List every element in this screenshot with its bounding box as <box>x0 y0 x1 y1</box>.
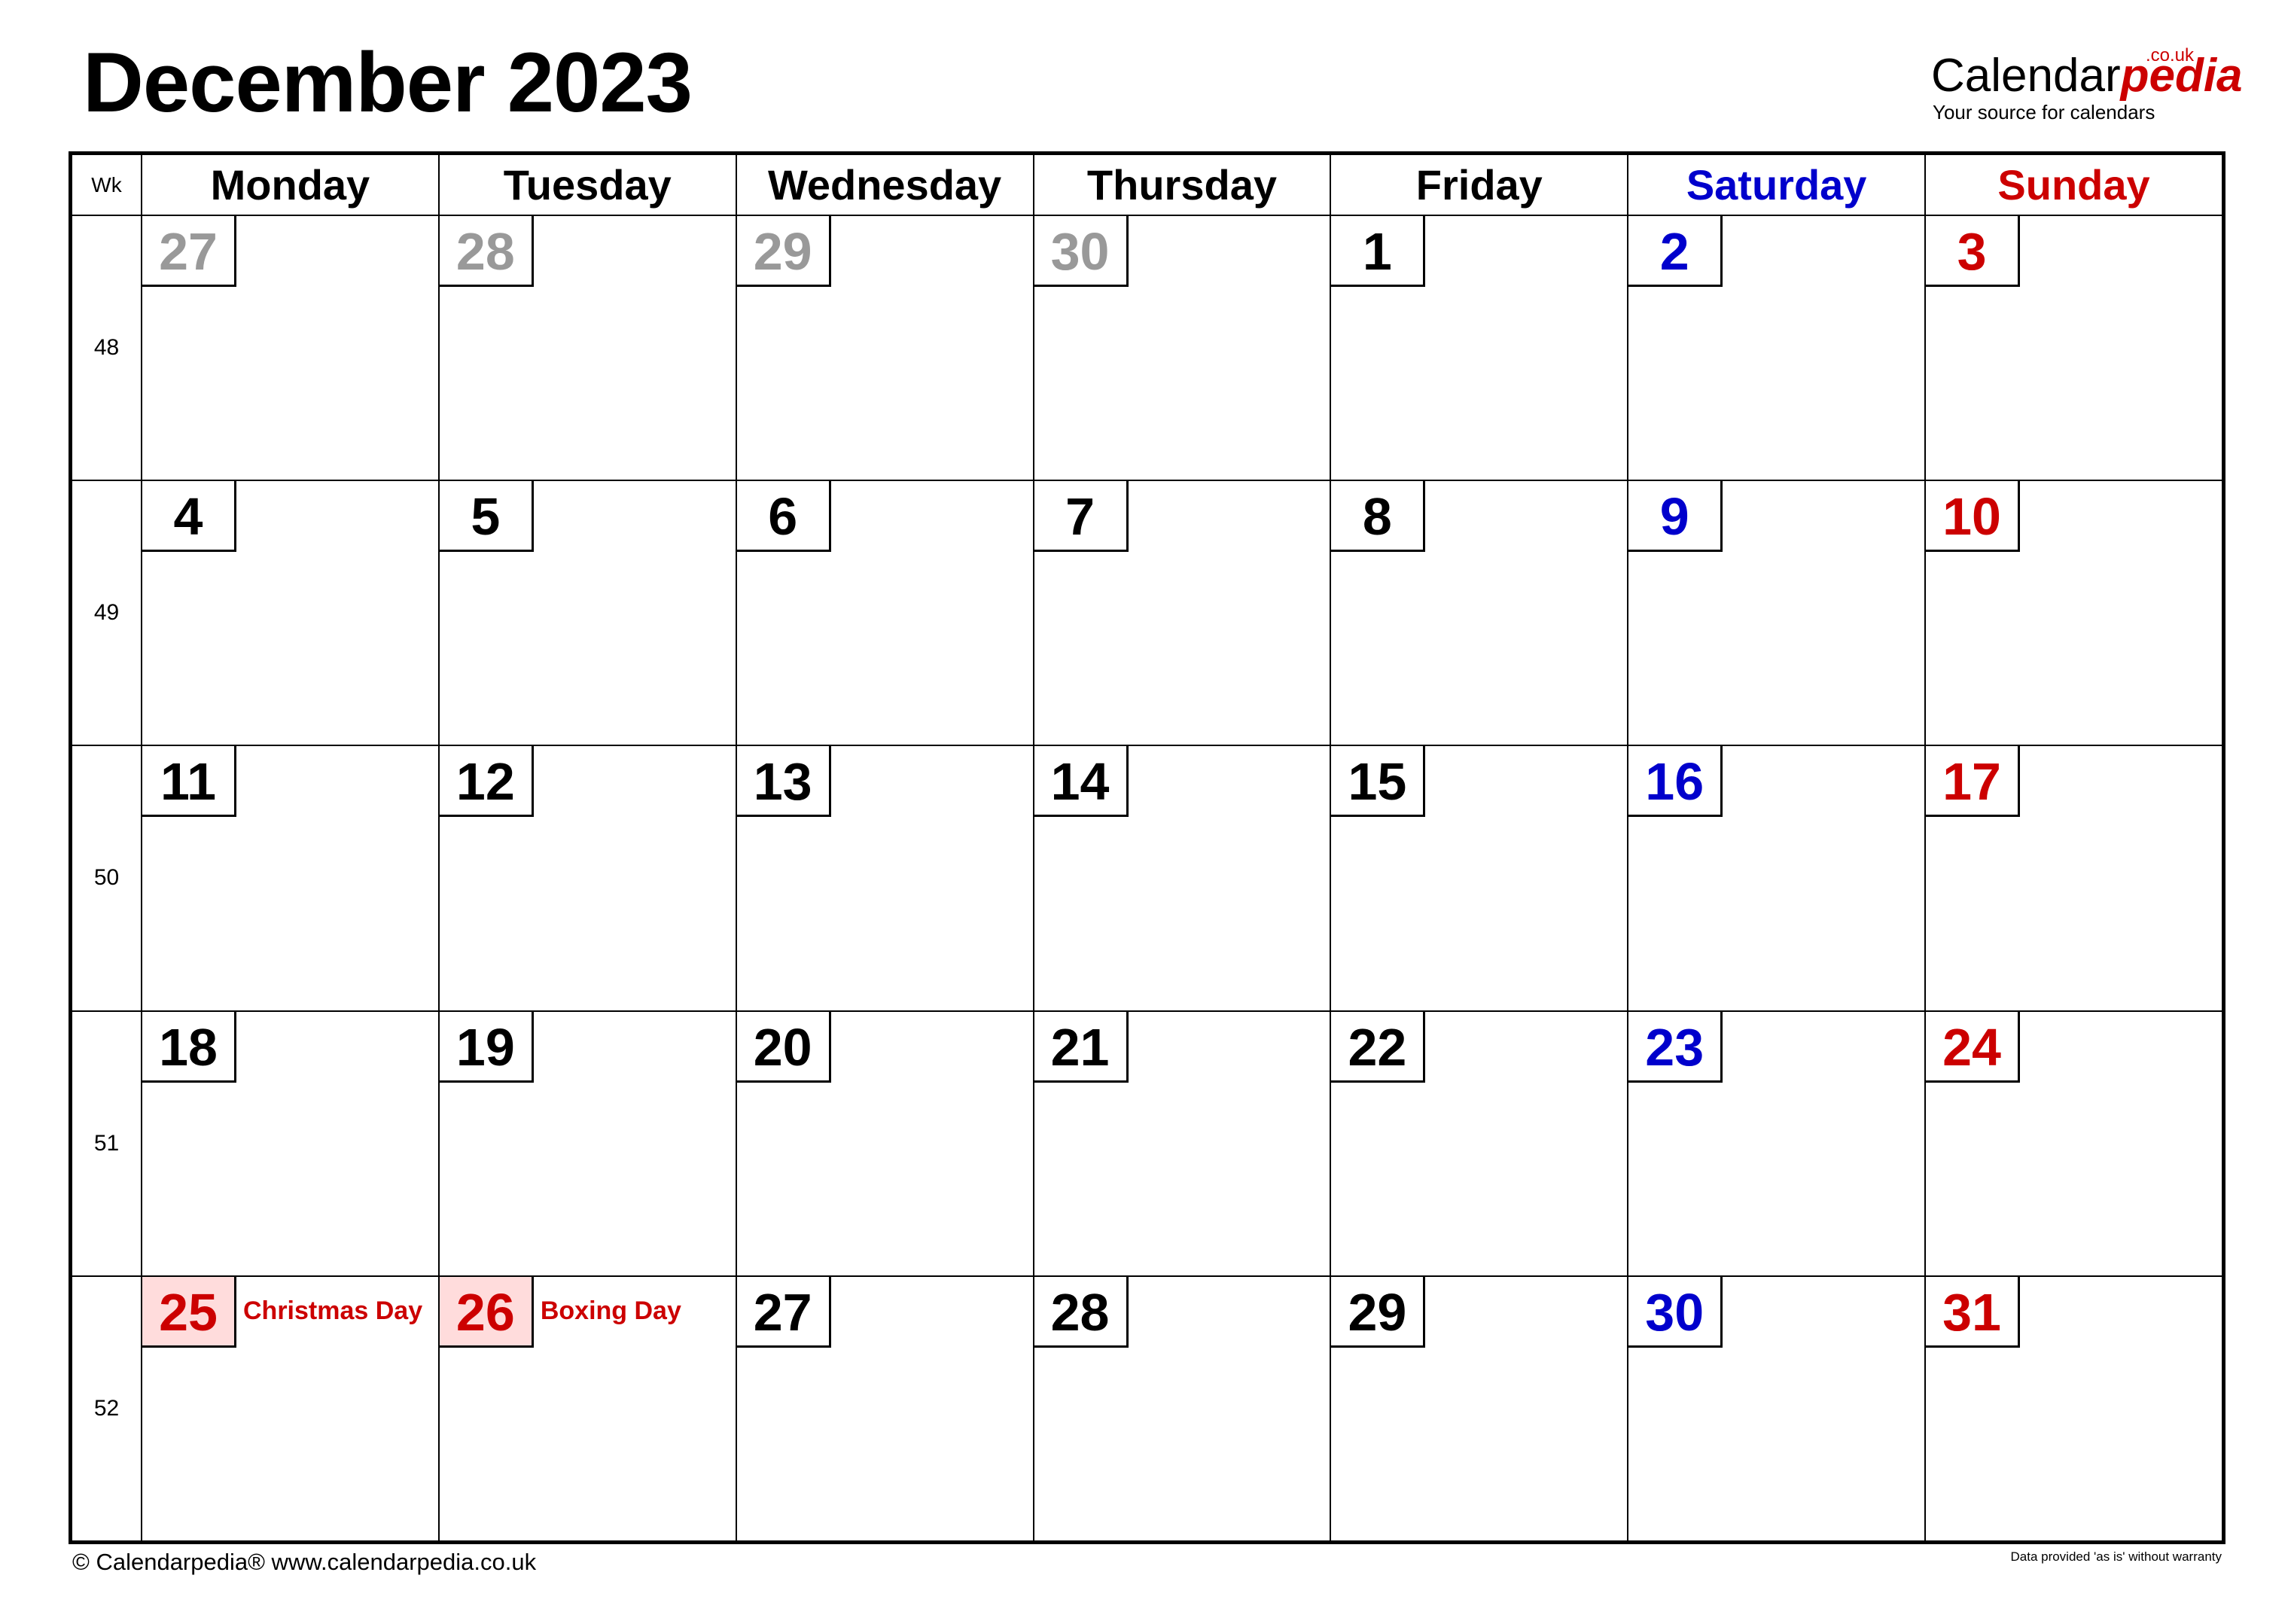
day-number: 26 <box>439 1276 534 1348</box>
day-number: 28 <box>439 216 534 287</box>
week-row: 51 18 19 20 21 22 23 24 <box>71 1010 2223 1277</box>
day-cell[interactable]: 19 <box>437 1010 737 1277</box>
day-cell[interactable]: 25 Christmas Day <box>141 1275 440 1543</box>
day-number: 7 <box>1034 481 1129 553</box>
header-sunday: Sunday <box>1924 154 2223 216</box>
day-number: 23 <box>1628 1011 1723 1083</box>
day-cell[interactable]: 24 <box>1924 1010 2223 1277</box>
day-number: 4 <box>142 481 236 553</box>
day-number: 20 <box>736 1011 831 1083</box>
day-cell[interactable]: 16 <box>1627 745 1927 1012</box>
day-number: 27 <box>142 216 236 287</box>
day-number: 29 <box>736 216 831 287</box>
header-friday: Friday <box>1330 154 1629 216</box>
day-cell[interactable]: 31 <box>1924 1275 2223 1543</box>
day-number: 17 <box>1926 746 2021 818</box>
logo-main: Calendar <box>1931 50 2121 102</box>
day-number: 28 <box>1034 1276 1129 1348</box>
day-cell[interactable]: 15 <box>1330 745 1629 1012</box>
header-saturday: Saturday <box>1627 154 1927 216</box>
weekday-header-row: Wk Monday Tuesday Wednesday Thursday Fri… <box>71 154 2223 216</box>
day-number: 25 <box>142 1276 236 1348</box>
calendarpedia-logo[interactable]: Calendarpedia .co.uk Your source for cal… <box>1931 45 2243 123</box>
day-cell[interactable]: 18 <box>141 1010 440 1277</box>
day-cell[interactable]: 17 <box>1924 745 2223 1012</box>
page-title: December 2023 <box>83 35 693 129</box>
day-cell[interactable]: 2 <box>1627 214 1927 482</box>
day-number: 12 <box>439 746 534 818</box>
week-number: 51 <box>71 1010 142 1277</box>
footer-copyright: © Calendarpedia® www.calendarpedia.co.uk <box>72 1549 537 1575</box>
week-number: 48 <box>71 214 142 482</box>
day-cell[interactable]: 29 <box>735 214 1034 482</box>
day-number: 15 <box>1331 746 1426 818</box>
header-monday: Monday <box>141 154 440 216</box>
day-number: 29 <box>1331 1276 1426 1348</box>
day-number: 18 <box>142 1011 236 1083</box>
day-cell[interactable]: 8 <box>1330 480 1629 747</box>
day-cell[interactable]: 29 <box>1330 1275 1629 1543</box>
day-number: 14 <box>1034 746 1129 818</box>
day-number: 1 <box>1331 216 1426 287</box>
day-number: 16 <box>1628 746 1723 818</box>
day-number: 9 <box>1628 481 1723 553</box>
day-cell[interactable]: 13 <box>735 745 1034 1012</box>
header-wednesday: Wednesday <box>735 154 1034 216</box>
day-cell[interactable]: 28 <box>437 214 737 482</box>
calendar-grid: Wk Monday Tuesday Wednesday Thursday Fri… <box>69 151 2225 1544</box>
day-cell[interactable]: 10 <box>1924 480 2223 747</box>
day-number: 30 <box>1628 1276 1723 1348</box>
day-number: 11 <box>142 746 236 818</box>
day-cell[interactable]: 27 <box>141 214 440 482</box>
week-number: 50 <box>71 745 142 1012</box>
day-cell[interactable]: 11 <box>141 745 440 1012</box>
day-cell[interactable]: 30 <box>1032 214 1332 482</box>
day-cell[interactable]: 14 <box>1032 745 1332 1012</box>
day-number: 24 <box>1926 1011 2021 1083</box>
day-cell[interactable]: 21 <box>1032 1010 1332 1277</box>
day-number: 2 <box>1628 216 1723 287</box>
day-number: 30 <box>1034 216 1129 287</box>
day-cell[interactable]: 26 Boxing Day <box>437 1275 737 1543</box>
day-cell[interactable]: 6 <box>735 480 1034 747</box>
day-number: 8 <box>1331 481 1426 553</box>
footer-disclaimer: Data provided 'as is' without warranty <box>2010 1549 2222 1564</box>
week-row: 49 4 5 6 7 8 9 10 <box>71 480 2223 747</box>
week-row: 52 25 Christmas Day 26 Boxing Day 27 28 29 30 31 <box>71 1275 2223 1543</box>
day-cell[interactable]: 23 <box>1627 1010 1927 1277</box>
day-cell[interactable]: 28 <box>1032 1275 1332 1543</box>
day-cell[interactable]: 30 <box>1627 1275 1927 1543</box>
day-number: 31 <box>1926 1276 2021 1348</box>
week-number: 49 <box>71 480 142 747</box>
day-cell[interactable]: 27 <box>735 1275 1034 1543</box>
header-thursday: Thursday <box>1032 154 1332 216</box>
logo-suffix: .co.uk <box>2146 45 2195 66</box>
day-cell[interactable]: 1 <box>1330 214 1629 482</box>
day-cell[interactable]: 12 <box>437 745 737 1012</box>
day-number: 19 <box>439 1011 534 1083</box>
day-number: 5 <box>439 481 534 553</box>
day-cell[interactable]: 5 <box>437 480 737 747</box>
day-cell[interactable]: 7 <box>1032 480 1332 747</box>
day-cell[interactable]: 22 <box>1330 1010 1629 1277</box>
day-cell[interactable]: 20 <box>735 1010 1034 1277</box>
day-number: 22 <box>1331 1011 1426 1083</box>
day-number: 3 <box>1926 216 2021 287</box>
header-tuesday: Tuesday <box>437 154 737 216</box>
day-number: 6 <box>736 481 831 553</box>
day-cell[interactable]: 9 <box>1627 480 1927 747</box>
logo-tagline: Your source for calendars <box>1933 101 2155 123</box>
day-cell[interactable]: 4 <box>141 480 440 747</box>
day-cell[interactable]: 3 <box>1924 214 2223 482</box>
week-number-header: Wk <box>71 154 142 216</box>
day-number: 10 <box>1926 481 2021 553</box>
week-row: 48 27 28 29 30 1 2 3 <box>71 214 2223 482</box>
holiday-label: Christmas Day <box>243 1296 423 1325</box>
day-number: 21 <box>1034 1011 1129 1083</box>
day-number: 13 <box>736 746 831 818</box>
week-number: 52 <box>71 1275 142 1543</box>
day-number: 27 <box>736 1276 831 1348</box>
holiday-label: Boxing Day <box>540 1296 681 1325</box>
week-row: 50 11 12 13 14 15 16 17 <box>71 745 2223 1012</box>
